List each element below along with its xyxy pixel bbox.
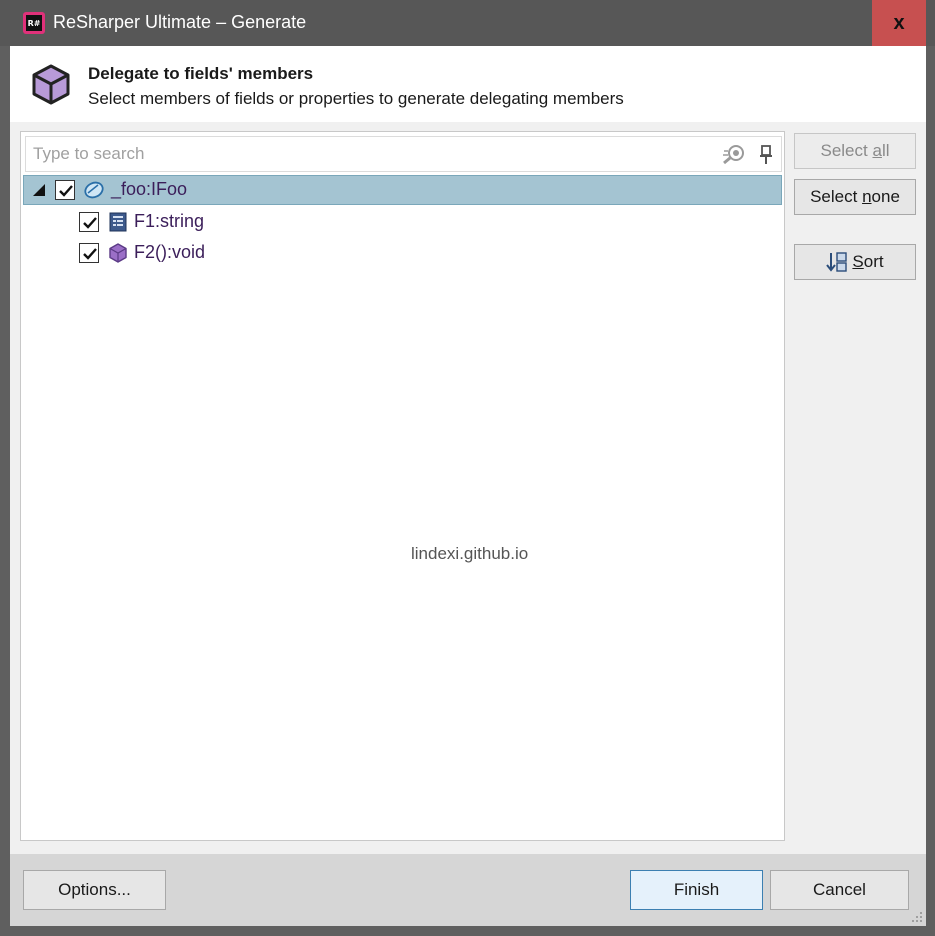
select-all-button[interactable]: Select a ll: [794, 133, 916, 169]
tree-row-f1[interactable]: F1:string: [23, 207, 782, 237]
tree-row-foo[interactable]: _foo:IFoo: [23, 175, 782, 205]
dialog-window: R# ReSharper Ultimate – Generate x Deleg…: [0, 0, 935, 936]
search-input[interactable]: [26, 137, 706, 171]
select-none-post: one: [871, 187, 900, 206]
header-title: Delegate to fields' members: [88, 64, 314, 83]
interface-field-icon: [84, 181, 104, 199]
method-icon: [109, 243, 127, 263]
select-none-button[interactable]: Select n one: [794, 179, 916, 215]
sort-accel: S: [852, 252, 864, 271]
cube-icon: [32, 64, 70, 105]
watermark-text: lindexi.github.io: [411, 544, 529, 563]
sort-icon: [826, 252, 848, 272]
select-all-post: ll: [881, 141, 890, 160]
tree-row-f2[interactable]: F2():void: [23, 238, 782, 268]
select-all-accel: a: [872, 141, 882, 160]
dialog-footer: Options... Finish Cancel: [10, 854, 926, 926]
select-all-pre: Select: [820, 141, 873, 160]
select-none-pre: Select: [810, 187, 863, 206]
checkbox-foo[interactable]: [55, 180, 75, 200]
resharper-app-icon: R#: [23, 12, 45, 34]
window-title: ReSharper Ultimate – Generate: [53, 12, 307, 32]
tree-label-f1: F1:string: [134, 211, 205, 231]
dialog-header: Delegate to fields' members Select membe…: [10, 46, 926, 122]
dialog-client: Delegate to fields' members Select membe…: [10, 46, 926, 926]
svg-text:R#: R#: [28, 19, 41, 28]
cancel-button[interactable]: Cancel: [770, 870, 909, 910]
checkbox-f2[interactable]: [79, 243, 99, 263]
resize-grip-icon[interactable]: [908, 908, 924, 924]
close-button[interactable]: x: [872, 0, 926, 46]
checkbox-f1[interactable]: [79, 212, 99, 232]
search-box[interactable]: [25, 136, 782, 172]
tree-label-f2: F2():void: [134, 242, 206, 262]
title-bar[interactable]: R# ReSharper Ultimate – Generate x: [0, 0, 935, 46]
pin-icon[interactable]: [758, 145, 774, 165]
sort-post: ort: [863, 252, 884, 271]
select-none-accel: n: [862, 187, 872, 206]
expand-triangle-icon[interactable]: [32, 183, 46, 197]
tree-label-foo: _foo:IFoo: [111, 179, 188, 199]
options-button[interactable]: Options...: [23, 870, 166, 910]
finish-button[interactable]: Finish: [630, 870, 763, 910]
sort-button[interactable]: Sort: [794, 244, 916, 280]
header-subtitle: Select members of fields or properties t…: [88, 89, 624, 108]
search-options-icon[interactable]: [721, 143, 747, 165]
members-tree-panel[interactable]: _foo:IFoo F1:string: [20, 131, 785, 841]
property-icon: [109, 212, 127, 232]
